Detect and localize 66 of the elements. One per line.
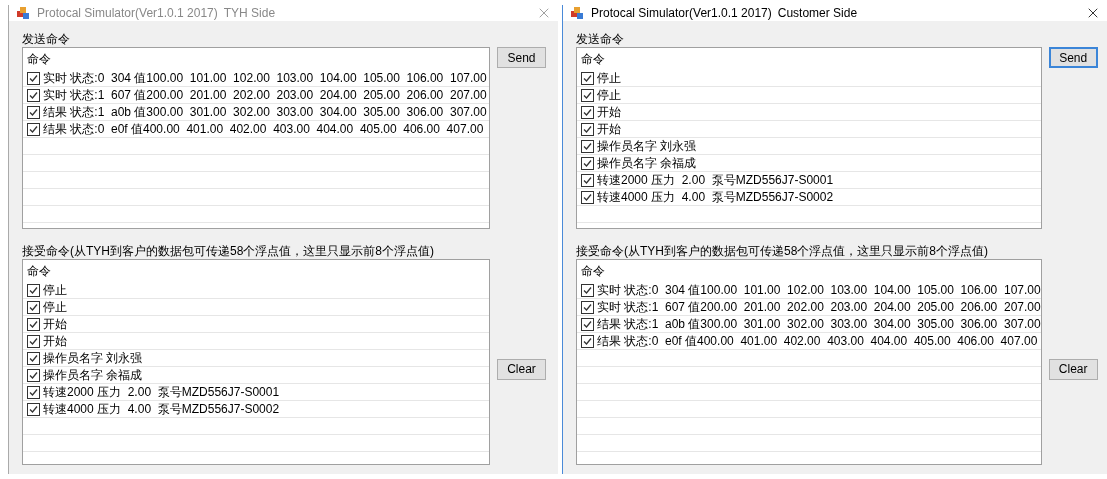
command-text: 操作员名字 刘永强 <box>597 138 697 155</box>
window-subtitle: Customer Side <box>777 6 858 20</box>
window-title: Protocal Simulator(Ver1.0.1 2017) <box>591 6 772 20</box>
column-header: 命令 <box>581 50 605 68</box>
checkbox[interactable] <box>581 284 594 297</box>
cubes-icon <box>15 5 31 21</box>
checkbox[interactable] <box>27 72 40 85</box>
send-button[interactable]: Send <box>1048 47 1098 68</box>
cubes-icon <box>569 5 585 21</box>
command-text: 停止 <box>43 282 67 299</box>
command-text: 开始 <box>43 316 67 333</box>
command-text: 开始 <box>597 104 621 121</box>
checkbox[interactable] <box>581 174 594 187</box>
checkbox[interactable] <box>581 157 594 170</box>
checkbox[interactable] <box>27 369 40 382</box>
command-text: 转速4000 压力 4.00 泵号MZD556J7-S0002 <box>597 189 834 206</box>
command-text: 转速2000 压力 2.00 泵号MZD556J7-S0001 <box>43 384 280 401</box>
send-label: 发送命令 <box>576 31 625 47</box>
checkbox[interactable] <box>27 335 40 348</box>
command-text: 停止 <box>597 70 621 87</box>
checkbox[interactable] <box>581 301 594 314</box>
command-text: 操作员名字 余福成 <box>43 367 143 384</box>
checkbox[interactable] <box>581 191 594 204</box>
command-text: 实时 状态:1 607 值200.00 201.00 202.00 203.00 204.00 205.00 206.00 207.00 <box>43 87 487 104</box>
command-text: 结果 状态:0 e0f 值400.00 401.00 402.00 403.00 404.00 405.00 406.00 407.00 <box>597 333 1038 350</box>
column-header: 命令 <box>27 262 51 280</box>
command-text: 开始 <box>597 121 621 138</box>
checkbox[interactable] <box>27 106 40 119</box>
checkbox[interactable] <box>27 352 40 365</box>
command-text: 转速2000 压力 2.00 泵号MZD556J7-S0001 <box>597 172 834 189</box>
checkbox[interactable] <box>581 123 594 136</box>
command-text: 操作员名字 余福成 <box>597 155 697 172</box>
send-label: 发送命令 <box>22 31 71 47</box>
command-text: 实时 状态:1 607 值200.00 201.00 202.00 203.00 204.00 205.00 206.00 207.00 <box>597 299 1041 316</box>
checkbox[interactable] <box>27 403 40 416</box>
command-text: 实时 状态:0 304 值100.00 101.00 102.00 103.00 104.00 105.00 106.00 107.00 <box>43 70 487 87</box>
receive-label: 接受命令(从TYH到客户的数据包可传递58个浮点值，这里只显示前8个浮点值) <box>22 243 435 259</box>
command-text: 实时 状态:0 304 值100.00 101.00 102.00 103.00 104.00 105.00 106.00 107.00 <box>597 282 1041 299</box>
command-text: 停止 <box>43 299 67 316</box>
column-header: 命令 <box>581 262 605 280</box>
checkbox[interactable] <box>581 89 594 102</box>
checkbox[interactable] <box>581 106 594 119</box>
clear-button[interactable]: Clear <box>1048 358 1098 380</box>
command-text: 操作员名字 刘永强 <box>43 350 143 367</box>
send-button[interactable]: Send <box>497 47 546 68</box>
column-header: 命令 <box>27 50 51 68</box>
command-text: 结果 状态:1 a0b 值300.00 301.00 302.00 303.00 304.00 305.00 306.00 307.00 <box>43 104 487 121</box>
checkbox[interactable] <box>581 335 594 348</box>
checkbox[interactable] <box>581 140 594 153</box>
checkbox[interactable] <box>581 318 594 331</box>
command-text: 开始 <box>43 333 67 350</box>
checkbox[interactable] <box>27 386 40 399</box>
receive-label: 接受命令(从TYH到客户的数据包可传递58个浮点值，这里只显示前8个浮点值) <box>576 243 989 259</box>
command-text: 结果 状态:1 a0b 值300.00 301.00 302.00 303.00 304.00 305.00 306.00 307.00 <box>597 316 1041 333</box>
checkbox[interactable] <box>27 123 40 136</box>
checkbox[interactable] <box>27 301 40 314</box>
command-text: 停止 <box>597 87 621 104</box>
checkbox[interactable] <box>27 284 40 297</box>
window-title: Protocal Simulator(Ver1.0.1 2017) <box>37 6 218 20</box>
clear-button[interactable]: Clear <box>497 358 546 380</box>
command-text: 转速4000 压力 4.00 泵号MZD556J7-S0002 <box>43 401 280 418</box>
checkbox[interactable] <box>581 72 594 85</box>
command-text: 结果 状态:0 e0f 值400.00 401.00 402.00 403.00 404.00 405.00 406.00 407.00 <box>43 121 484 138</box>
window-subtitle: TYH Side <box>223 6 276 20</box>
checkbox[interactable] <box>27 89 40 102</box>
checkbox[interactable] <box>27 318 40 331</box>
